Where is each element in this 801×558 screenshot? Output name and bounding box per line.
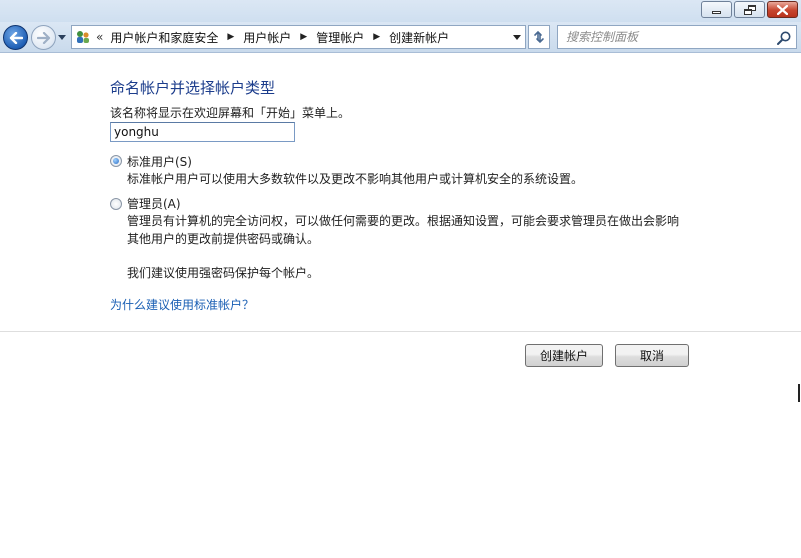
search-icon[interactable]	[776, 30, 792, 46]
standard-user-description: 标准帐户用户可以使用大多数软件以及更改不影响其他用户或计算机安全的系统设置。	[127, 172, 584, 186]
breadcrumb-item[interactable]: 管理帐户	[316, 29, 364, 46]
control-panel-icon	[72, 26, 94, 48]
refresh-button[interactable]	[528, 25, 550, 49]
password-recommendation: 我们建议使用强密码保护每个帐户。	[127, 266, 320, 280]
administrator-label[interactable]: 管理员(A)	[127, 195, 181, 212]
window-controls	[701, 1, 798, 18]
breadcrumb-separator-icon[interactable]: ▶	[227, 32, 234, 42]
maximize-button[interactable]	[734, 1, 765, 18]
standard-user-label[interactable]: 标准用户(S)	[127, 153, 192, 170]
breadcrumb-item[interactable]: 用户帐户和家庭安全	[110, 29, 218, 46]
forward-button[interactable]	[31, 25, 56, 50]
recent-pages-dropdown[interactable]	[58, 35, 66, 40]
minimize-icon	[712, 11, 721, 14]
breadcrumb-overflow[interactable]: «	[96, 30, 103, 44]
create-account-button[interactable]: 创建帐户	[525, 344, 603, 367]
back-arrow-icon	[9, 31, 23, 44]
maximize-icon	[743, 4, 756, 15]
breadcrumb-separator-icon[interactable]: ▶	[300, 32, 307, 42]
window-edge-mark	[798, 384, 800, 402]
close-button[interactable]	[767, 1, 798, 18]
standard-user-radio[interactable]	[110, 155, 122, 167]
page-title: 命名帐户并选择帐户类型	[110, 79, 276, 97]
why-standard-account-link[interactable]: 为什么建议使用标准帐户？	[110, 296, 254, 313]
breadcrumb: « 用户帐户和家庭安全 ▶ 用户帐户 ▶ 管理帐户 ▶ 创建新帐户	[94, 29, 449, 46]
breadcrumb-item[interactable]: 创建新帐户	[389, 29, 449, 46]
administrator-description-line: 其他用户的更改前提供密码或确认。	[127, 232, 320, 246]
search-input[interactable]	[566, 27, 776, 47]
address-bar[interactable]: « 用户帐户和家庭安全 ▶ 用户帐户 ▶ 管理帐户 ▶ 创建新帐户	[71, 25, 526, 49]
breadcrumb-separator-icon[interactable]: ▶	[373, 32, 380, 42]
back-button[interactable]	[3, 25, 28, 50]
title-bar	[0, 0, 801, 22]
minimize-button[interactable]	[701, 1, 732, 18]
search-box[interactable]	[557, 25, 797, 49]
cancel-button[interactable]: 取消	[615, 344, 689, 367]
name-description: 该名称将显示在欢迎屏幕和「开始」菜单上。	[110, 106, 351, 120]
address-history-dropdown[interactable]	[513, 35, 521, 40]
refresh-icon	[534, 30, 544, 44]
administrator-description-line: 管理员有计算机的完全访问权，可以做任何需要的更改。根据通知设置，可能会要求管理员…	[127, 214, 680, 228]
forward-arrow-icon	[36, 31, 50, 44]
breadcrumb-item[interactable]: 用户帐户	[243, 29, 291, 46]
navigation-bar: « 用户帐户和家庭安全 ▶ 用户帐户 ▶ 管理帐户 ▶ 创建新帐户	[0, 22, 801, 53]
footer-divider	[0, 331, 801, 332]
account-name-input[interactable]	[110, 122, 295, 142]
close-icon	[777, 4, 788, 15]
administrator-radio[interactable]	[110, 198, 122, 210]
